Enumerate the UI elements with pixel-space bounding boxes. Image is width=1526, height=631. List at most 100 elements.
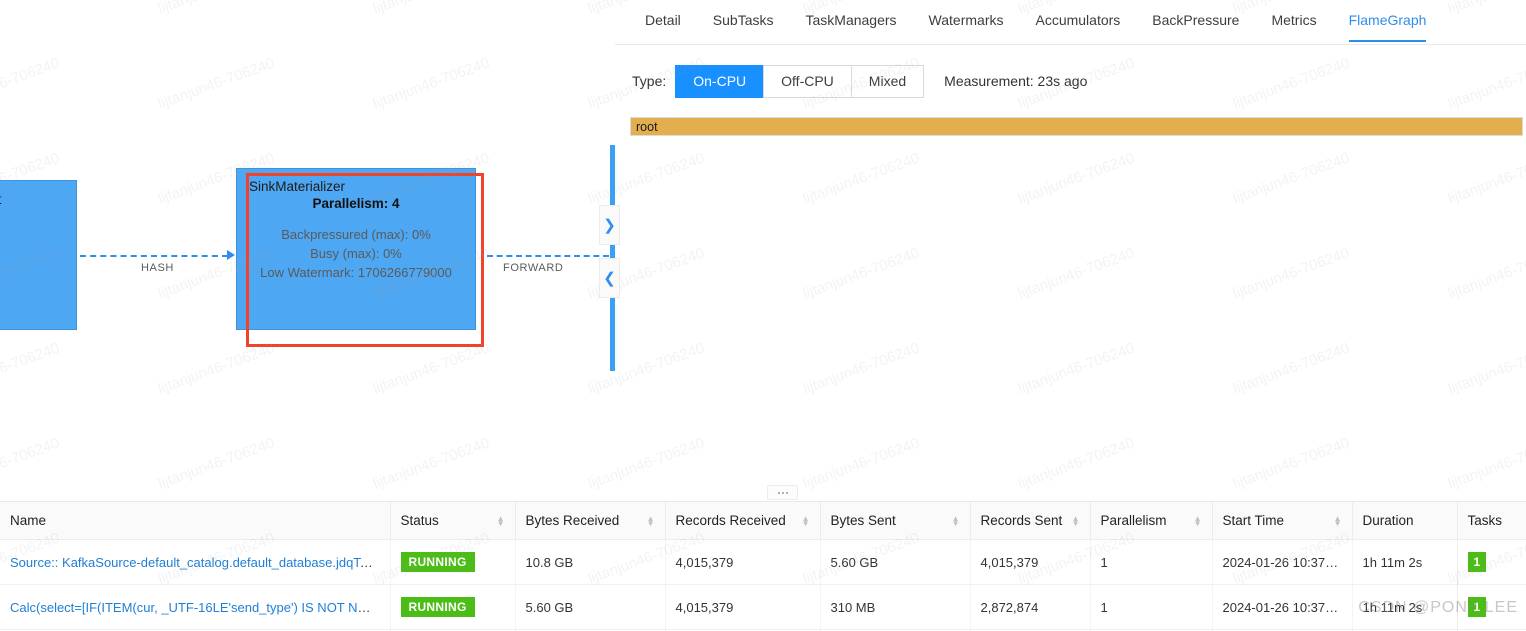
- column-header-records-received[interactable]: Records Received ▲ ▼: [664, 502, 820, 540]
- column-header-tasks-label: Tasks: [1467, 513, 1503, 528]
- cell-parallelism: 1: [1089, 584, 1212, 630]
- segment-mixed[interactable]: Mixed: [850, 64, 925, 98]
- tab-taskmanagers-label: TaskManagers: [805, 12, 897, 28]
- row-name-link[interactable]: Source:: KafkaSource-default_catalog.def…: [10, 555, 384, 570]
- column-header-bytes-received[interactable]: Bytes Received ▲ ▼: [514, 502, 665, 540]
- subtasks-table-container[interactable]: Name Status ▲ ▼ Bytes Received ▲ ▼ Recor…: [0, 502, 1526, 631]
- cell-bytes-received: 10.8 GB: [514, 539, 665, 585]
- node-upstream-metric-backpressured: ax): 0%: [0, 260, 64, 279]
- column-header-records-sent-label: Records Sent: [980, 513, 1063, 528]
- cell-records-sent: 4,015,379: [969, 539, 1090, 585]
- column-header-parallelism[interactable]: Parallelism ▲ ▼: [1089, 502, 1212, 540]
- column-header-start-time[interactable]: Start Time ▲ ▼: [1211, 502, 1352, 540]
- flame-graph: root: [615, 103, 1526, 136]
- column-header-start-time-label: Start Time: [1222, 513, 1285, 528]
- chevron-right-glyph: ❯: [603, 217, 616, 234]
- handle-dot: [785, 491, 788, 494]
- cell-tasks: 1: [1456, 584, 1526, 630]
- cell-duration: 1h 11m 2s: [1351, 539, 1457, 585]
- type-label: Type:: [632, 73, 667, 89]
- cell-start-time: 2024-01-26 10:37:52: [1211, 539, 1352, 585]
- cell-records-received: 4,015,379: [664, 584, 820, 630]
- node-sink-metric-busy: Busy (max): 0%: [310, 246, 402, 261]
- tab-flamegraph[interactable]: FlameGraph: [1333, 0, 1443, 42]
- node-upstream-title-line1: ds=[send_t: [0, 191, 64, 209]
- flamegraph-controls: Type: On-CPU Off-CPU Mixed Measurement: …: [615, 45, 1526, 103]
- sort-down-icon: ▼: [1333, 518, 1342, 528]
- table-row[interactable]: Calc(select=[IF(ITEM(cur, _UTF-16LE'send…: [0, 584, 1526, 630]
- node-sink-parallelism: Parallelism: 4: [312, 196, 400, 211]
- sort-toggle-records-received[interactable]: ▲ ▼: [802, 514, 810, 527]
- subtasks-table: Name Status ▲ ▼ Bytes Received ▲ ▼ Recor…: [0, 502, 1526, 631]
- column-header-status-label: Status: [400, 513, 439, 528]
- cell-bytes-received: 5.60 GB: [514, 584, 665, 630]
- tab-accumulators[interactable]: Accumulators: [1019, 0, 1136, 41]
- tasks-badge: 1: [1467, 552, 1487, 572]
- column-header-records-sent[interactable]: Records Sent ▲ ▼: [969, 502, 1090, 540]
- table-header-row: Name Status ▲ ▼ Bytes Received ▲ ▼ Recor…: [0, 502, 1526, 540]
- graph-node-upstream[interactable]: ds=[send_t lish_time, : 4 ax): 0% 0% 266…: [0, 180, 77, 330]
- tab-detail[interactable]: Detail: [629, 0, 697, 41]
- tab-subtasks-label: SubTasks: [712, 12, 774, 28]
- measurement-status: Measurement: 23s ago: [944, 73, 1088, 89]
- chevron-left-glyph: ❮: [603, 270, 616, 287]
- horizontal-splitter[interactable]: [0, 485, 1526, 502]
- column-header-bytes-sent[interactable]: Bytes Sent ▲ ▼: [819, 502, 970, 540]
- sort-toggle-start-time[interactable]: ▲ ▼: [1333, 514, 1342, 528]
- edge-hash-arrow: [227, 250, 235, 260]
- column-header-name-label: Name: [10, 513, 47, 528]
- column-header-duration: Duration: [1351, 502, 1457, 540]
- node-upstream-parallelism: : 4: [0, 231, 64, 246]
- graph-node-sink-materializer[interactable]: SinkMaterializer Parallelism: 4 Backpres…: [236, 168, 476, 330]
- tab-watermarks[interactable]: Watermarks: [913, 0, 1020, 41]
- tab-backpressure-label: BackPressure: [1152, 12, 1240, 28]
- node-sink-metric-watermark: Low Watermark: 1706266779000: [260, 265, 452, 280]
- sort-toggle-bytes-sent[interactable]: ▲ ▼: [952, 514, 960, 527]
- sort-down-icon: ▼: [1071, 518, 1080, 528]
- tab-metrics-label: Metrics: [1271, 12, 1317, 28]
- tab-subtasks[interactable]: SubTasks: [697, 0, 790, 41]
- tab-metrics[interactable]: Metrics: [1255, 0, 1332, 41]
- cell-parallelism: 1: [1089, 539, 1212, 585]
- tasks-badge: 1: [1467, 597, 1487, 617]
- tab-bar: Detail SubTasks TaskManagers Watermarks …: [615, 0, 1526, 45]
- tab-taskmanagers[interactable]: TaskManagers: [790, 0, 913, 41]
- cell-start-time: 2024-01-26 10:37:52: [1211, 584, 1352, 630]
- cell-bytes-sent: 5.60 GB: [819, 539, 970, 585]
- segment-off-cpu[interactable]: Off-CPU: [763, 64, 851, 98]
- column-header-tasks: Tasks: [1456, 502, 1526, 540]
- tab-backpressure[interactable]: BackPressure: [1136, 0, 1255, 41]
- table-row[interactable]: Source:: KafkaSource-default_catalog.def…: [0, 539, 1526, 585]
- cell-name[interactable]: Source:: KafkaSource-default_catalog.def…: [0, 539, 390, 585]
- row-name-link[interactable]: Calc(select=[IF(ITEM(cur, _UTF-16LE'send…: [10, 600, 390, 615]
- cell-bytes-sent: 310 MB: [819, 584, 970, 630]
- status-badge: RUNNING: [400, 597, 475, 617]
- tab-watermarks-label: Watermarks: [928, 12, 1004, 28]
- node-sink-title: SinkMaterializer: [249, 179, 346, 194]
- cell-status: RUNNING: [389, 539, 515, 585]
- splitter-drag-handle[interactable]: [767, 485, 798, 500]
- sort-toggle-records-sent[interactable]: ▲ ▼: [1071, 514, 1080, 528]
- job-graph-canvas[interactable]: HASH FORWARD ds=[send_t lish_time, : 4 a…: [0, 0, 612, 492]
- status-badge: RUNNING: [400, 552, 475, 572]
- flame-frame-root[interactable]: root: [630, 117, 1523, 136]
- cell-name[interactable]: Calc(select=[IF(ITEM(cur, _UTF-16LE'send…: [0, 584, 390, 630]
- column-header-parallelism-label: Parallelism: [1100, 513, 1167, 528]
- segment-on-cpu[interactable]: On-CPU: [675, 64, 764, 98]
- flame-frame-root-label: root: [636, 120, 658, 134]
- cell-duration: 1h 11m 2s: [1351, 584, 1457, 630]
- chevron-left-icon[interactable]: ❮: [599, 258, 620, 298]
- handle-dot: [777, 491, 780, 494]
- column-header-status[interactable]: Status ▲ ▼: [389, 502, 515, 540]
- app-root: lijtanjun46-706240lijtanjun46-706240lijt…: [0, 0, 1526, 631]
- node-upstream-metric-busy: 0%: [0, 279, 64, 298]
- cell-records-received: 4,015,379: [664, 539, 820, 585]
- sort-toggle-bytes-received[interactable]: ▲ ▼: [647, 514, 655, 527]
- detail-pane: Detail SubTasks TaskManagers Watermarks …: [615, 0, 1526, 492]
- sort-toggle-status[interactable]: ▲ ▼: [497, 514, 505, 527]
- column-header-name: Name: [0, 502, 390, 540]
- column-header-records-received-label: Records Received: [675, 513, 786, 528]
- cell-records-sent: 2,872,874: [969, 584, 1090, 630]
- chevron-right-icon[interactable]: ❯: [599, 205, 620, 245]
- sort-toggle-parallelism[interactable]: ▲ ▼: [1194, 514, 1202, 527]
